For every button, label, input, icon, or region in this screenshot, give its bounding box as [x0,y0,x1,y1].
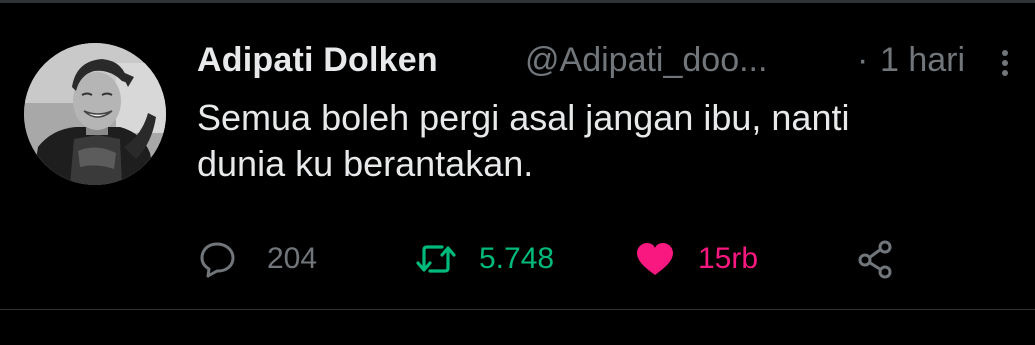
tweet-text-line: Semua boleh pergi asal jangan ibu, nanti [197,97,850,138]
reply-button[interactable]: 204 [197,239,317,279]
tweet-text-line: dunia ku berantakan. [197,143,534,184]
author-display-name[interactable]: Adipati Dolken [197,41,438,80]
more-options-icon[interactable] [993,47,1017,79]
retweet-arrows-icon [415,239,457,279]
retweet-count: 5.748 [479,242,555,275]
reply-count: 204 [267,242,318,275]
tweet-actions: 204 5.748 15rb [197,239,957,279]
like-count: 15rb [698,242,759,275]
header-separator: · [857,41,869,79]
share-icon [855,239,897,279]
avatar[interactable] [24,43,166,185]
retweet-button[interactable]: 5.748 [415,239,554,279]
share-button[interactable] [855,239,897,279]
bottom-divider [0,309,1035,310]
author-handle[interactable]: @Adipati_doo... [525,41,767,80]
tweet-header: Adipati Dolken @Adipati_doo... · 1 hari [197,41,1027,85]
speech-bubble-icon [197,239,239,279]
like-button[interactable]: 15rb [634,239,758,279]
tweet-text: Semua boleh pergi asal jangan ibu, nanti… [197,95,1027,187]
tweet-timestamp[interactable]: 1 hari [880,41,965,80]
avatar-photo-icon [24,43,166,185]
heart-icon [634,239,676,279]
tweet-card[interactable]: Adipati Dolken @Adipati_doo... · 1 hari … [0,3,1035,309]
